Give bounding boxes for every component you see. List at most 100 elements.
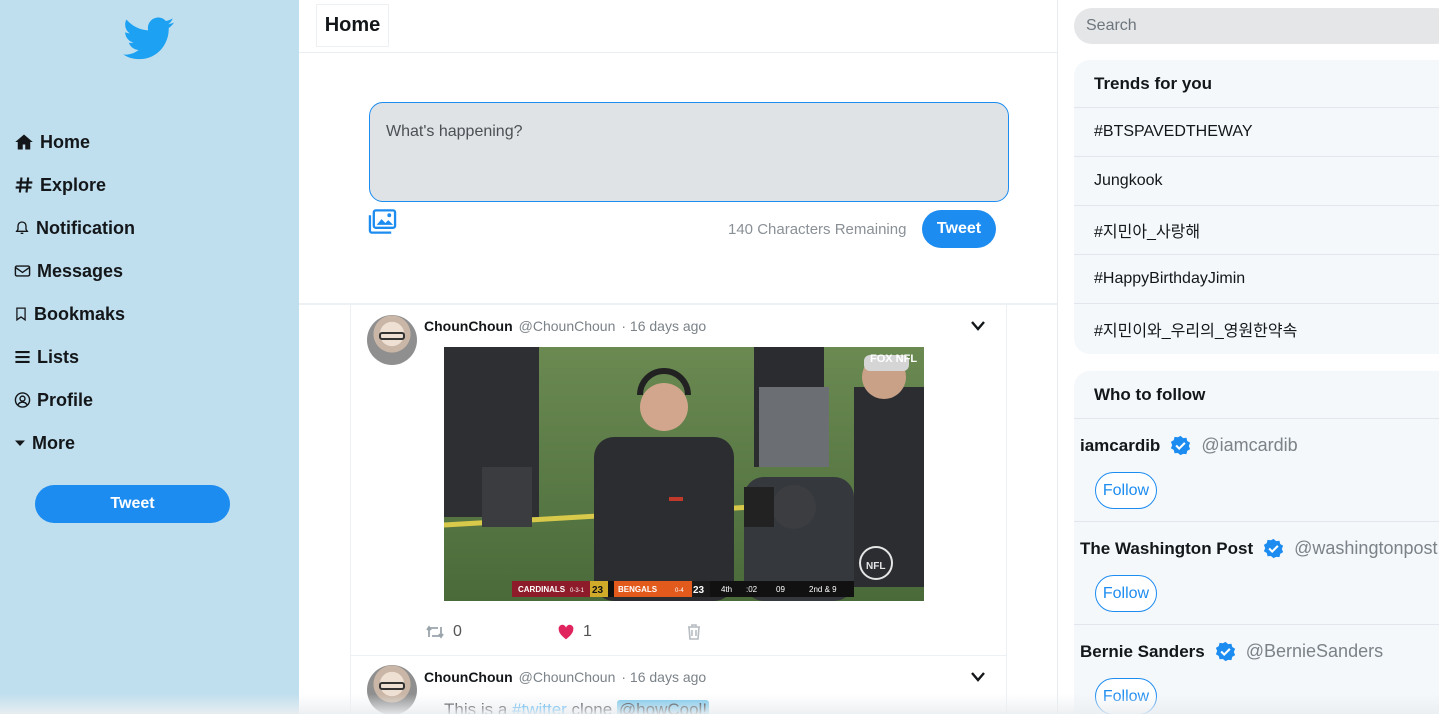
who-to-follow-panel: Who to follow iamcardib @iamcardib Follo… <box>1074 371 1439 714</box>
retweet-icon <box>426 625 444 639</box>
nav-lists-label: Lists <box>37 346 80 367</box>
trend-item[interactable]: #지민이와_우리의_영원한약속 <box>1074 304 1439 353</box>
svg-text:NFL: NFL <box>866 561 885 572</box>
tweet-text-mid: clone <box>566 700 617 714</box>
nav-notification[interactable]: Notification <box>14 215 135 241</box>
compose-tweet-button[interactable]: Tweet <box>922 210 996 248</box>
score-record2: 0-4 <box>675 588 684 594</box>
follow-button[interactable]: Follow <box>1095 472 1157 509</box>
follow-suggestion: iamcardib @iamcardib Follow <box>1074 419 1439 522</box>
follow-user-name[interactable]: iamcardib <box>1080 436 1160 456</box>
score-quarter: 4th <box>721 585 732 594</box>
score-team1-points: 23 <box>592 585 604 596</box>
sidebar-tweet-button[interactable]: Tweet <box>35 485 230 523</box>
trend-item[interactable]: Jungkook <box>1074 157 1439 206</box>
user-circle-icon <box>14 392 31 408</box>
avatar[interactable] <box>367 315 417 365</box>
nav-more-label: More <box>32 432 76 453</box>
chevron-down-icon[interactable] <box>970 671 986 683</box>
football-sideline-image: FOX NFL NFL CARDINALS 0-3-1 23 BENGALS 0… <box>444 347 924 601</box>
tv-network-logo: FOX NFL <box>870 353 917 365</box>
nav-lists[interactable]: Lists <box>14 344 79 370</box>
tweet-header: ChounChoun @ChounChoun · 16 days ago <box>424 669 706 685</box>
follow-user: iamcardib @iamcardib <box>1080 435 1298 456</box>
trend-item[interactable]: #HappyBirthdayJimin <box>1074 255 1439 304</box>
main-feed: Home What's happening? 140 Characters Re… <box>299 0 1058 714</box>
envelope-icon <box>14 265 31 277</box>
nav-explore[interactable]: Explore <box>14 172 106 198</box>
score-down: 2nd & 9 <box>809 585 837 594</box>
who-to-follow-title: Who to follow <box>1074 371 1439 419</box>
avatar[interactable] <box>367 665 417 714</box>
nav-bookmarks-label: Bookmaks <box>34 303 126 324</box>
trends-title: Trends for you <box>1074 60 1439 108</box>
caret-down-icon <box>15 440 25 446</box>
tweet-author-name[interactable]: ChounChoun <box>424 669 513 685</box>
search-input[interactable] <box>1074 8 1439 44</box>
delete-action[interactable] <box>687 624 701 640</box>
tweet-author-handle: @ChounChoun <box>518 669 616 685</box>
follow-user: The Washington Post @washingtonpost <box>1080 538 1438 559</box>
tweet-actions: 0 1 <box>425 623 701 641</box>
tweet-time: · 16 days ago <box>621 318 707 334</box>
tweet-card[interactable]: ChounChoun @ChounChoun · 16 days ago FOX… <box>350 305 1007 655</box>
nav-explore-label: Explore <box>40 174 107 195</box>
follow-button[interactable]: Follow <box>1095 678 1157 714</box>
follow-suggestion: Bernie Sanders @BernieSanders Follow <box>1074 625 1439 714</box>
follow-button[interactable]: Follow <box>1095 575 1157 612</box>
image-upload-icon[interactable] <box>368 209 397 235</box>
tweet-image[interactable]: FOX NFL NFL CARDINALS 0-3-1 23 BENGALS 0… <box>444 347 924 601</box>
nav-more[interactable]: More <box>14 430 75 456</box>
app: Home Explore Notification Messages Bookm… <box>0 0 1439 714</box>
nav-bookmarks[interactable]: Bookmaks <box>14 301 125 327</box>
like-count: 1 <box>583 623 592 640</box>
compose-textarea[interactable]: What's happening? <box>369 102 1009 202</box>
tweet-header: ChounChoun @ChounChoun · 16 days ago <box>424 318 706 334</box>
sidebar: Home Explore Notification Messages Bookm… <box>0 0 299 714</box>
tweet-card[interactable]: ChounChoun @ChounChoun · 16 days ago Thi… <box>350 655 1007 714</box>
nav-home-label: Home <box>40 131 91 152</box>
chevron-down-icon[interactable] <box>970 320 986 332</box>
nav-home[interactable]: Home <box>14 129 90 155</box>
nav-messages-label: Messages <box>37 260 124 281</box>
score-play-clock: 09 <box>776 585 785 594</box>
home-icon <box>15 134 33 150</box>
verified-badge-icon <box>1171 435 1191 456</box>
trend-item[interactable]: #BTSPAVEDTHEWAY <box>1074 108 1439 157</box>
trash-icon <box>688 624 700 640</box>
header-divider <box>299 52 1057 53</box>
page-title: Home <box>316 4 389 47</box>
score-team1: CARDINALS <box>518 585 566 594</box>
follow-user-name[interactable]: The Washington Post <box>1080 539 1253 559</box>
score-team2: BENGALS <box>618 585 658 594</box>
trends-panel: Trends for you #BTSPAVEDTHEWAY Jungkook … <box>1074 60 1439 354</box>
like-action[interactable]: 1 <box>557 623 687 641</box>
follow-user-name[interactable]: Bernie Sanders <box>1080 642 1205 662</box>
nav-profile-label: Profile <box>37 389 94 410</box>
tweet-author-name[interactable]: ChounChoun <box>424 318 513 334</box>
twitter-logo-icon[interactable] <box>123 17 175 61</box>
score-record1: 0-3-1 <box>570 588 585 594</box>
bell-icon <box>15 221 29 234</box>
verified-badge-icon <box>1215 641 1235 662</box>
heart-icon <box>558 624 574 640</box>
follow-user-handle: @iamcardib <box>1201 435 1298 455</box>
bookmark-icon <box>16 307 26 322</box>
tweet-text-start: This is a <box>444 700 513 714</box>
nav-profile[interactable]: Profile <box>14 387 93 413</box>
tweet-hashtag[interactable]: #twitter <box>512 700 567 714</box>
follow-suggestion: The Washington Post @washingtonpost Foll… <box>1074 522 1439 625</box>
trend-item[interactable]: #지민아_사랑해 <box>1074 206 1439 255</box>
retweet-count: 0 <box>453 623 462 640</box>
tweet-text: This is a #twitter clone @howCool! <box>444 700 710 714</box>
score-team2-points: 23 <box>693 585 705 596</box>
list-icon <box>15 350 30 364</box>
follow-user-handle: @washingtonpost <box>1294 538 1438 558</box>
characters-remaining: 140 Characters Remaining <box>728 221 907 238</box>
tweet-mention[interactable]: @howCool! <box>616 700 710 714</box>
hash-icon <box>15 177 33 193</box>
verified-badge-icon <box>1264 538 1284 559</box>
tweet-author-handle: @ChounChoun <box>518 318 616 334</box>
nav-messages[interactable]: Messages <box>14 258 123 284</box>
retweet-action[interactable]: 0 <box>425 623 557 641</box>
